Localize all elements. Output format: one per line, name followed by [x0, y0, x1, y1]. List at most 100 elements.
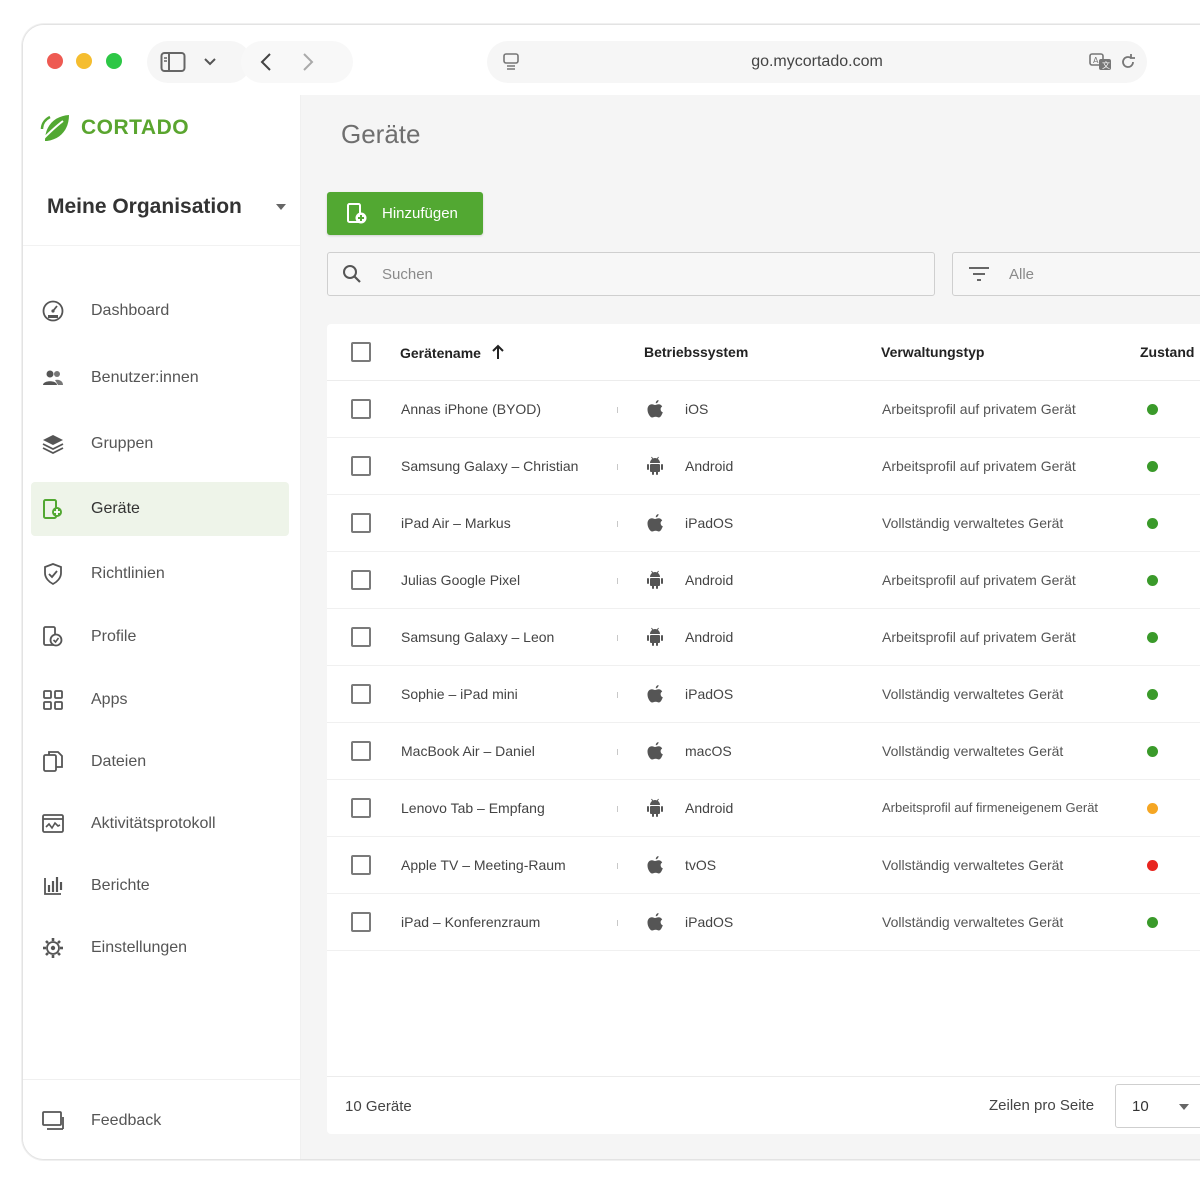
column-divider [617, 407, 618, 413]
sidebar-item-feedback[interactable]: Feedback [31, 1094, 289, 1148]
device-os: Android [685, 458, 734, 474]
row-checkbox[interactable] [351, 855, 371, 875]
table-row[interactable]: Sophie – iPad mini iPadOS Vollständig verw… [327, 666, 1200, 723]
table-row[interactable]: Apple TV – Meeting-Raum tvOS Vollständig v… [327, 837, 1200, 894]
column-divider [617, 635, 618, 641]
status-indicator [1147, 860, 1158, 871]
sidebar-item-settings[interactable]: Einstellungen [31, 921, 289, 975]
status-indicator [1147, 461, 1158, 472]
brand-logo[interactable]: CORTADO [39, 111, 189, 145]
address-bar[interactable]: go.mycortado.com A文 [487, 41, 1147, 83]
device-os: Android [685, 572, 734, 588]
caret-down-icon [1178, 1098, 1190, 1116]
organization-name: Meine Organisation [47, 195, 242, 218]
row-checkbox[interactable] [351, 684, 371, 704]
sidebar-item-groups[interactable]: Gruppen [31, 417, 289, 471]
maximize-window-button[interactable] [106, 53, 122, 69]
sidebar-item-policies[interactable]: Richtlinien [31, 547, 289, 601]
row-checkbox[interactable] [351, 627, 371, 647]
back-arrow-icon[interactable] [253, 41, 279, 83]
column-header-management[interactable]: Verwaltungstyp [881, 344, 984, 360]
android-icon [645, 797, 665, 819]
sidebar-item-profiles[interactable]: Profile [31, 610, 289, 664]
row-checkbox[interactable] [351, 912, 371, 932]
table-header: Gerätename Betriebssystem Verwaltungstyp… [327, 324, 1200, 381]
status-indicator [1147, 518, 1158, 529]
device-name[interactable]: Samsung Galaxy – Christian [401, 458, 578, 474]
table-row[interactable]: Samsung Galaxy – Leon Android Arbeitsprofi… [327, 609, 1200, 666]
device-name[interactable]: iPad – Konferenzraum [401, 914, 540, 930]
table-row[interactable]: MacBook Air – Daniel macOS Vollständig ver… [327, 723, 1200, 780]
column-header-name[interactable]: Gerätename [400, 344, 505, 363]
column-header-state[interactable]: Zustand [1140, 344, 1194, 360]
sidebar: CORTADO Meine Organisation Dashboard Ben… [23, 95, 301, 1159]
status-indicator [1147, 917, 1158, 928]
column-header-os[interactable]: Betriebssystem [644, 344, 748, 360]
sidebar-item-files[interactable]: Dateien [31, 735, 289, 789]
rows-per-page-select[interactable]: 10 [1115, 1084, 1200, 1128]
sidebar-item-devices[interactable]: Geräte [31, 482, 289, 536]
row-checkbox[interactable] [351, 798, 371, 818]
sidebar-item-label: Geräte [91, 500, 140, 517]
device-name[interactable]: Annas iPhone (BYOD) [401, 401, 541, 417]
device-name[interactable]: Lenovo Tab – Empfang [401, 800, 545, 816]
column-divider [617, 578, 618, 584]
sidebar-item-users[interactable]: Benutzer:innen [31, 351, 289, 405]
row-checkbox[interactable] [351, 399, 371, 419]
table-row[interactable]: Annas iPhone (BYOD) iOS Arbeitsprofil auf … [327, 381, 1200, 438]
column-divider [617, 464, 618, 470]
filter-dropdown[interactable]: Alle [952, 252, 1200, 296]
sort-ascending-icon[interactable] [491, 344, 505, 363]
row-checkbox[interactable] [351, 741, 371, 761]
chevron-down-icon[interactable] [197, 41, 223, 83]
sidebar-item-label: Berichte [91, 877, 150, 894]
android-icon [645, 569, 665, 591]
search-input[interactable] [382, 253, 912, 295]
table-row[interactable]: Lenovo Tab – Empfang Android Arbeitsprofil… [327, 780, 1200, 837]
device-name[interactable]: Apple TV – Meeting-Raum [401, 857, 566, 873]
main-content: Geräte Hinzufügen Alle Gerätename [301, 95, 1200, 1159]
device-name[interactable]: Sophie – iPad mini [401, 686, 518, 702]
url-text[interactable]: go.mycortado.com [487, 41, 1147, 83]
apple-icon [645, 512, 665, 534]
profile-icon [41, 625, 65, 649]
sidebar-item-label: Benutzer:innen [91, 369, 199, 386]
device-icon [41, 497, 65, 521]
sidebar-item-reports[interactable]: Berichte [31, 859, 289, 913]
reload-icon[interactable] [1115, 41, 1141, 83]
dashboard-icon [41, 299, 65, 323]
sidebar-item-activity-log[interactable]: Aktivitätsprotokoll [31, 797, 289, 851]
sidebar-toggle-group [147, 41, 251, 83]
column-header-label: Gerätename [400, 345, 481, 361]
minimize-window-button[interactable] [76, 53, 92, 69]
sidebar-item-apps[interactable]: Apps [31, 673, 289, 727]
table-footer: 10 Geräte Zeilen pro Seite 10 [327, 1076, 1200, 1134]
apple-icon [645, 740, 665, 762]
table-row[interactable]: Samsung Galaxy – Christian Android Arbeits… [327, 438, 1200, 495]
row-checkbox[interactable] [351, 570, 371, 590]
row-checkbox[interactable] [351, 456, 371, 476]
device-name[interactable]: Julias Google Pixel [401, 572, 520, 588]
add-device-button[interactable]: Hinzufügen [327, 192, 483, 235]
sidebar-item-label: Profile [91, 628, 137, 645]
table-row[interactable]: iPad Air – Markus iPadOS Vollständig verwa… [327, 495, 1200, 552]
translate-icon[interactable]: A文 [1087, 41, 1115, 83]
rows-per-page-value: 10 [1132, 1098, 1149, 1115]
table-row[interactable]: iPad – Konferenzraum iPadOS Vollständig ve… [327, 894, 1200, 951]
device-name[interactable]: Samsung Galaxy – Leon [401, 629, 554, 645]
caret-down-icon [275, 198, 287, 216]
sidebar-toggle-icon[interactable] [159, 41, 187, 83]
row-checkbox[interactable] [351, 513, 371, 533]
select-all-checkbox[interactable] [351, 342, 371, 362]
close-window-button[interactable] [47, 53, 63, 69]
table-row[interactable]: Julias Google Pixel Android Arbeitsprofil … [327, 552, 1200, 609]
device-name[interactable]: MacBook Air – Daniel [401, 743, 535, 759]
device-os: macOS [685, 743, 732, 759]
organization-selector[interactable]: Meine Organisation [47, 195, 287, 219]
forward-arrow-icon[interactable] [295, 41, 321, 83]
management-type: Arbeitsprofil auf privatem Gerät [882, 458, 1076, 474]
svg-text:A: A [1093, 56, 1099, 65]
device-name[interactable]: iPad Air – Markus [401, 515, 511, 531]
search-field[interactable] [327, 252, 935, 296]
sidebar-item-dashboard[interactable]: Dashboard [31, 284, 289, 338]
